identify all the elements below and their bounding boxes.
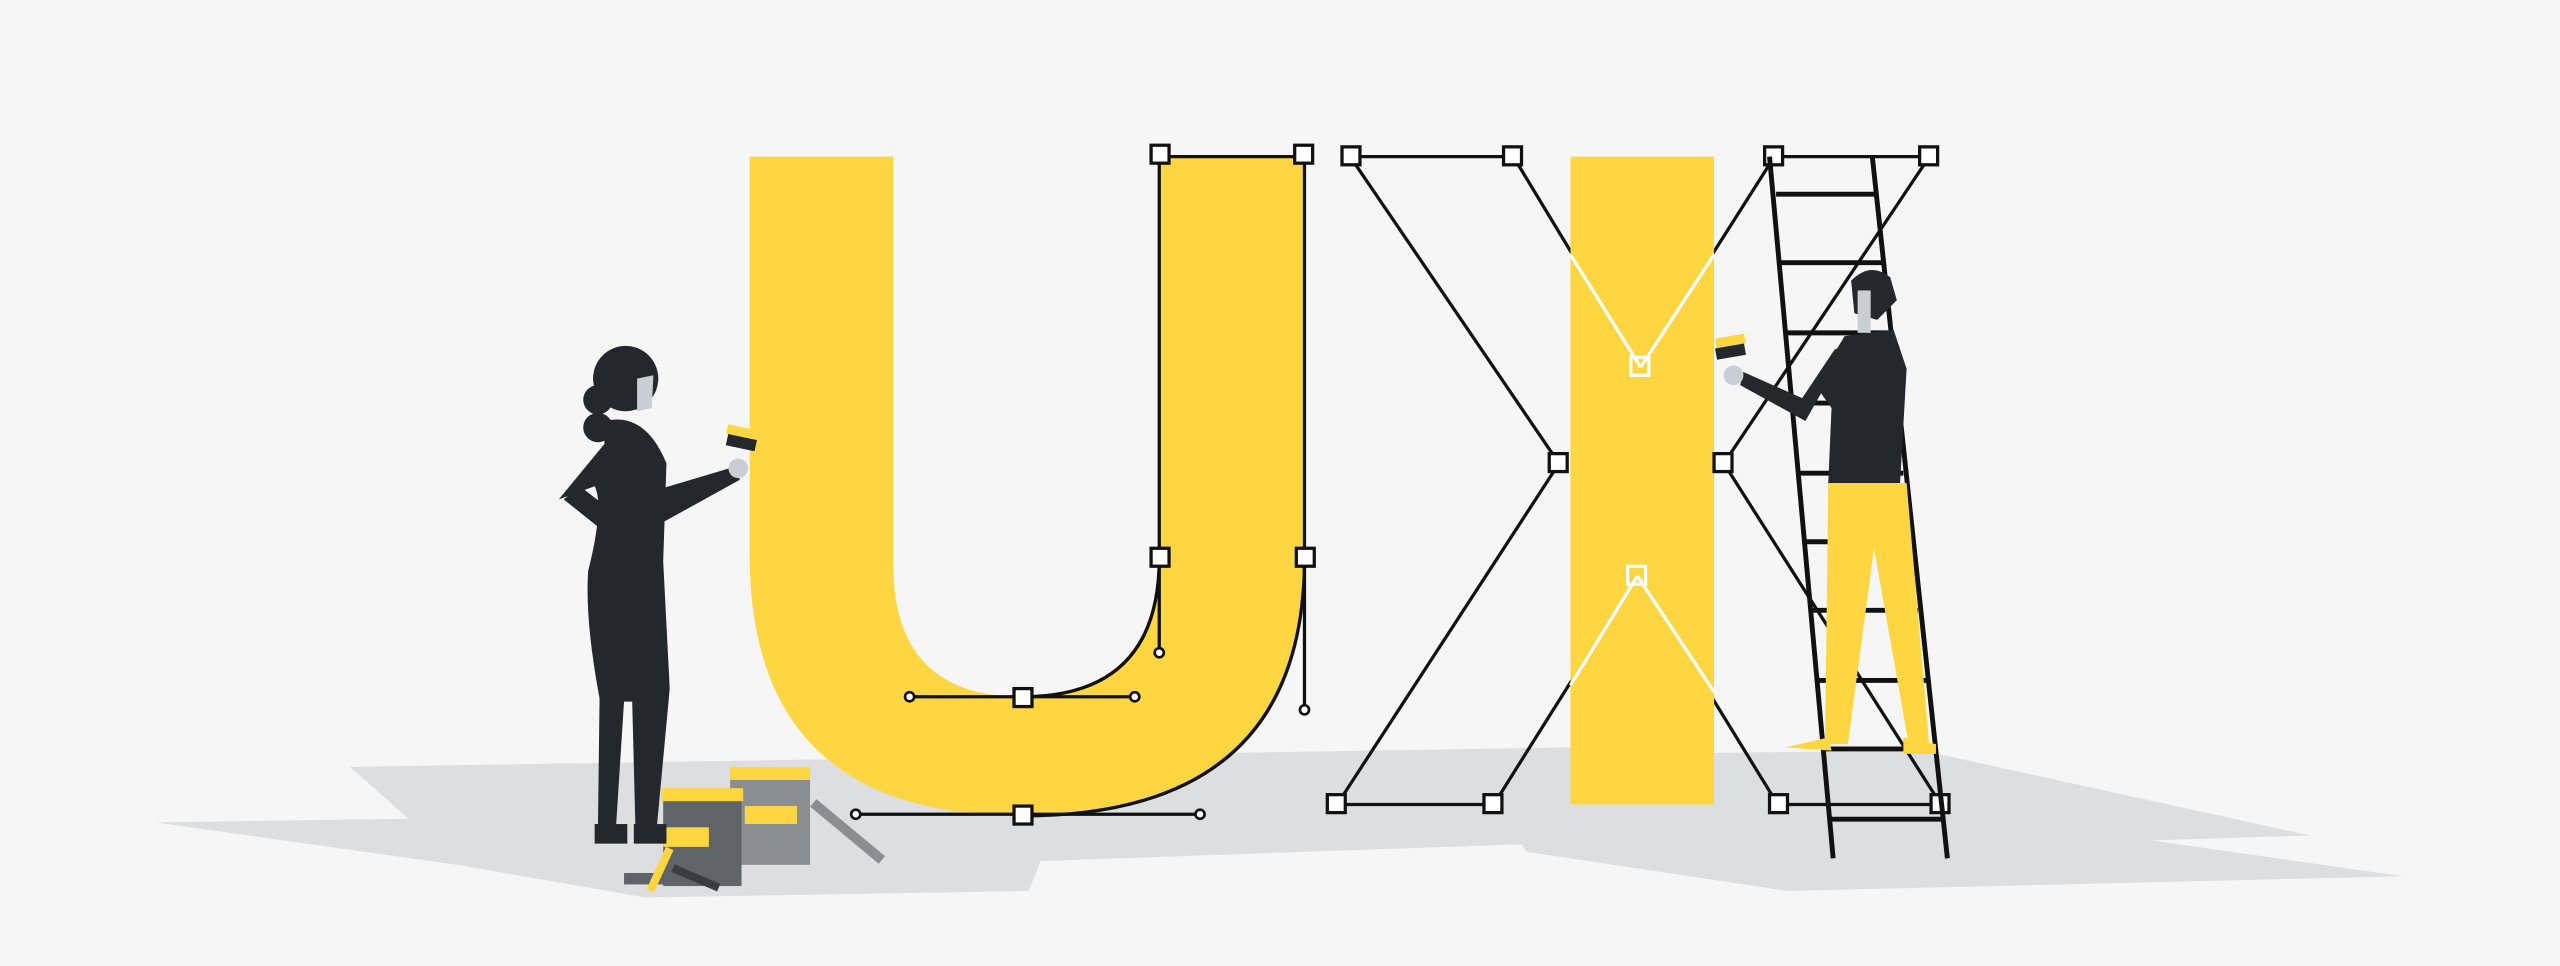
letter-u [749,156,1305,816]
floor-shadow [155,747,2403,898]
letter-x-bar [1570,156,1715,805]
ux-illustration [155,143,2403,898]
